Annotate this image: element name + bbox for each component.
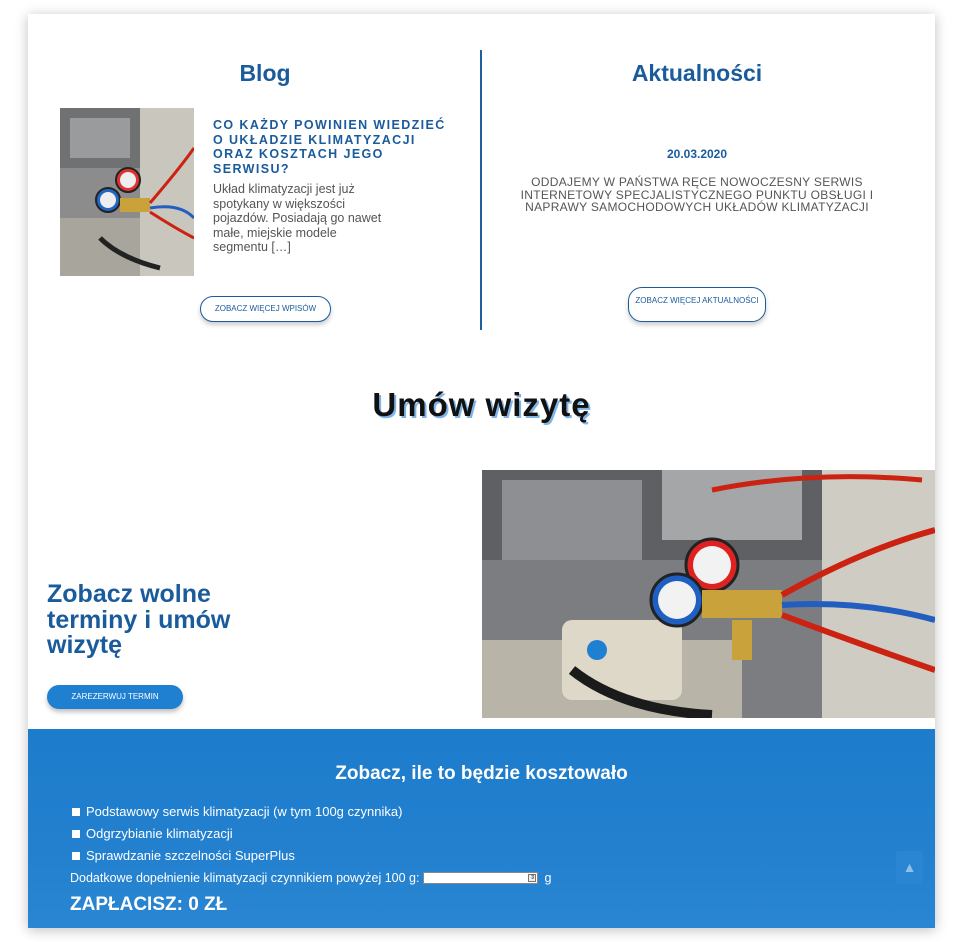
checkbox[interactable] [72,829,80,838]
reserve-button[interactable]: Zarezerwuj termin [47,685,183,709]
option-label: Odgrzybianie klimatyzacji [86,826,233,841]
total-price: ZAPŁACISZ: 0 ZŁ [70,894,228,915]
more-news-button[interactable]: Zobacz więcej aktualności [628,287,766,322]
page: Blog Co każdy powinien wiedzieć o układz… [28,14,935,928]
visit-heading: Zobacz wolne terminy i umów wizytę [47,580,231,659]
blog-post-heading[interactable]: Co każdy powinien wiedzieć o układzie kl… [213,118,453,176]
extra-refill-input[interactable]: ⇕ [423,872,539,884]
option-leak-test[interactable]: Sprawdzanie szczelności SuperPlus [72,848,295,863]
visit-section-title: Umów wizytę [372,386,591,423]
unit-label: g [544,871,552,885]
blog-post-excerpt: Układ klimatyzacji jest już spotykany w … [213,182,382,255]
extra-refill-label: Dodatkowe dopełnienie klimatyzacji czynn… [70,871,420,885]
option-label: Podstawowy serwis klimatyzacji (w tym 10… [86,804,403,819]
option-basic-service[interactable]: Podstawowy serwis klimatyzacji (w tym 10… [72,804,402,819]
pricing-title: Zobacz, ile to będzie kosztowało [335,763,628,784]
extra-refill-row: Dodatkowe dopełnienie klimatyzacji czynn… [70,871,551,885]
more-posts-button[interactable]: Zobacz więcej wpisów [200,296,331,322]
spinner-icon[interactable]: ⇕ [528,874,537,882]
news-title: Aktualności [631,60,763,86]
option-label: Sprawdzanie szczelności SuperPlus [86,848,295,863]
scroll-to-top-button[interactable]: ▲ [896,851,923,884]
column-divider [480,50,482,330]
checkbox[interactable] [72,851,80,860]
ac-service-photo [482,470,935,718]
arrow-up-icon: ▲ [902,859,917,875]
pricing-calculator: Zobacz, ile to będzie kosztowało Podstaw… [28,729,935,928]
blog-post-thumbnail[interactable] [60,108,194,276]
news-date: 20.03.2020 [666,147,728,161]
checkbox[interactable] [72,807,80,816]
news-text[interactable]: Oddajemy w Państwa ręce nowoczesny serwi… [502,176,892,214]
option-deodorization[interactable]: Odgrzybianie klimatyzacji [72,826,233,841]
blog-title: Blog [239,60,291,86]
